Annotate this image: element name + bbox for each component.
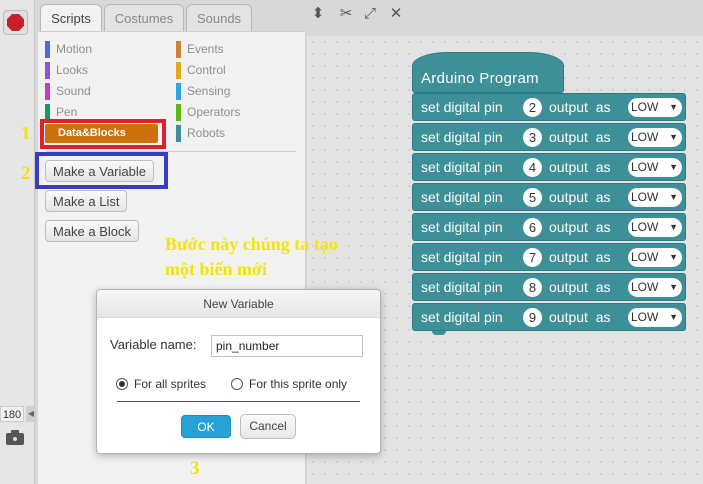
block-prefix-text: set digital pin [421,159,503,175]
grow-icon[interactable]: ⤢ [360,4,380,24]
set-digital-pin-block[interactable]: set digital pin 5 output as LOW ▼ [412,183,686,211]
dropdown-arrow-icon: ▼ [669,252,678,262]
level-dropdown-value: LOW [631,280,659,294]
pin-number-input[interactable]: 7 [523,248,542,267]
stage-strip: 180 ◀ [0,0,36,484]
stack-bottom-notch [432,331,446,335]
pin-number-input[interactable]: 4 [523,158,542,177]
block-suffix-text: output as [549,279,611,295]
scissors-icon[interactable]: ✂ [336,4,356,24]
level-dropdown-value: LOW [631,100,659,114]
block-suffix-text: output as [549,129,611,145]
set-digital-pin-block[interactable]: set digital pin 4 output as LOW ▼ [412,153,686,181]
make-block-button[interactable]: Make a Block [45,220,140,242]
collapse-arrow-icon[interactable]: ◀ [26,406,36,422]
make-list-button[interactable]: Make a List [45,190,128,212]
camera-icon[interactable] [3,428,27,448]
stop-sign-icon [7,14,24,31]
pin-number-input[interactable]: 9 [523,308,542,327]
block-suffix-text: output as [549,219,611,235]
block-prefix-text: set digital pin [421,279,503,295]
variable-name-input[interactable] [211,335,363,357]
level-dropdown-value: LOW [631,130,659,144]
pin-number-input[interactable]: 2 [523,98,542,117]
level-dropdown[interactable]: LOW ▼ [628,158,682,177]
annotation-box-2 [35,152,168,189]
dialog-title: New Variable [97,290,380,318]
category-control[interactable]: Control [176,61,286,80]
dropdown-arrow-icon: ▼ [669,102,678,112]
pin-number-input[interactable]: 6 [523,218,542,237]
level-dropdown-value: LOW [631,220,659,234]
level-dropdown[interactable]: LOW ▼ [628,128,682,147]
ok-button[interactable]: OK [181,415,231,438]
set-digital-pin-block[interactable]: set digital pin 9 output as LOW ▼ [412,303,686,331]
block-suffix-text: output as [549,249,611,265]
category-sound[interactable]: Sound [45,82,155,101]
set-digital-pin-block[interactable]: set digital pin 3 output as LOW ▼ [412,123,686,151]
category-looks[interactable]: Looks [45,61,155,80]
arduino-program-hat-block[interactable]: Arduino Program [412,52,564,93]
dropdown-arrow-icon: ▼ [669,312,678,322]
block-prefix-text: set digital pin [421,249,503,265]
block-prefix-text: set digital pin [421,99,503,115]
cancel-button[interactable]: Cancel [240,414,296,439]
level-dropdown[interactable]: LOW ▼ [628,248,682,267]
level-dropdown[interactable]: LOW ▼ [628,278,682,297]
radio-dot[interactable] [231,378,243,390]
block-prefix-text: set digital pin [421,129,503,145]
annotation-number-3: 3 [190,458,200,479]
set-digital-pin-block[interactable]: set digital pin 7 output as LOW ▼ [412,243,686,271]
new-variable-dialog: New Variable Variable name: For all spri… [96,289,381,454]
level-dropdown[interactable]: LOW ▼ [628,98,682,117]
block-prefix-text: set digital pin [421,189,503,205]
dropdown-arrow-icon: ▼ [669,282,678,292]
level-dropdown-value: LOW [631,310,659,324]
block-suffix-text: output as [549,159,611,175]
pin-number-input[interactable]: 8 [523,278,542,297]
dialog-separator [117,401,360,402]
category-motion[interactable]: Motion [45,40,155,59]
level-dropdown-value: LOW [631,190,659,204]
zoom-label: 180 [0,406,24,422]
block-prefix-text: set digital pin [421,219,503,235]
tab-scripts[interactable]: Scripts [40,4,102,33]
level-dropdown-value: LOW [631,250,659,264]
category-sensing[interactable]: Sensing [176,82,286,101]
radio-dot-selected[interactable] [116,378,128,390]
stop-button[interactable] [3,10,28,35]
category-events[interactable]: Events [176,40,286,59]
set-digital-pin-block[interactable]: set digital pin 6 output as LOW ▼ [412,213,686,241]
block-suffix-text: output as [549,99,611,115]
tab-costumes[interactable]: Costumes [104,4,184,32]
dropdown-arrow-icon: ▼ [669,192,678,202]
annotation-number-1: 1 [21,123,31,144]
stamp-icon[interactable]: ⬍ [308,4,328,24]
set-digital-pin-block[interactable]: set digital pin 2 output as LOW ▼ [412,93,686,121]
pin-number-input[interactable]: 5 [523,188,542,207]
annotation-box-1 [40,119,166,149]
pin-number-input[interactable]: 3 [523,128,542,147]
block-prefix-text: set digital pin [421,309,503,325]
level-dropdown[interactable]: LOW ▼ [628,218,682,237]
dropdown-arrow-icon: ▼ [669,132,678,142]
variable-name-label: Variable name: [110,337,197,352]
level-dropdown[interactable]: LOW ▼ [628,188,682,207]
tutorial-caption: Bước này chúng ta tạo một biến mới [165,234,338,279]
dropdown-arrow-icon: ▼ [669,162,678,172]
tab-sounds[interactable]: Sounds [186,4,252,32]
level-dropdown-value: LOW [631,160,659,174]
category-robots[interactable]: Robots [176,124,286,143]
level-dropdown[interactable]: LOW ▼ [628,308,682,327]
category-operators[interactable]: Operators [176,103,286,122]
block-suffix-text: output as [549,309,611,325]
shrink-icon[interactable]: ✕ [386,4,406,24]
block-suffix-text: output as [549,189,611,205]
dropdown-arrow-icon: ▼ [669,222,678,232]
annotation-number-2: 2 [21,163,31,184]
set-digital-pin-block[interactable]: set digital pin 8 output as LOW ▼ [412,273,686,301]
